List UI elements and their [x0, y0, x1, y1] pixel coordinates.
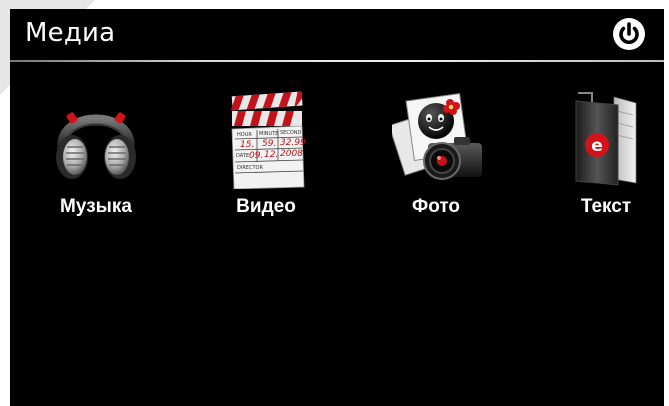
menu-label-text: Текст: [580, 196, 632, 217]
clapperboard-icon: HOUR MINUTE SECOND 15. 59. 32.99 DATE 09…: [230, 91, 306, 189]
clap-minute-value: 59.: [262, 139, 276, 149]
clap-minute-label: MINUTE: [259, 131, 278, 137]
clap-hour-label: HOUR: [237, 132, 252, 138]
power-icon: [613, 18, 645, 50]
menu-label-video: Видео: [236, 196, 296, 217]
menu-item-text[interactable]: e Текст: [541, 89, 664, 229]
camera-photo-icon: [392, 92, 482, 180]
clap-hour-value: 15.: [240, 140, 254, 150]
menu-item-video[interactable]: HOUR MINUTE SECOND 15. 59. 32.99 DATE 09…: [201, 89, 331, 229]
clap-month-value: 12.: [264, 150, 278, 160]
ebook-icon: e: [575, 92, 637, 186]
clap-director-label: DIRECTOR: [237, 165, 263, 171]
clap-date-label: DATE: [236, 153, 249, 159]
clap-year-value: 2008: [280, 149, 303, 159]
clap-second-label: SECOND: [280, 130, 302, 136]
clap-second-value: 32.99: [280, 138, 306, 148]
clap-day-value: 09.: [249, 151, 263, 161]
power-button[interactable]: [612, 17, 646, 51]
menu-label-photo: Фото: [411, 196, 460, 217]
menu-label-music: Музыка: [60, 196, 132, 217]
headphones-icon: [56, 112, 136, 179]
header-divider: [10, 60, 664, 62]
ebook-badge-letter: e: [591, 136, 603, 156]
menu-item-photo[interactable]: Фото: [371, 89, 501, 229]
menu-item-music[interactable]: Музыка: [31, 89, 161, 229]
header: Медиа: [10, 9, 664, 59]
page-title: Медиа: [25, 18, 116, 48]
media-screen: Медиа Музыка HOUR MINUTE SECOND 15. 59. …: [10, 9, 664, 406]
